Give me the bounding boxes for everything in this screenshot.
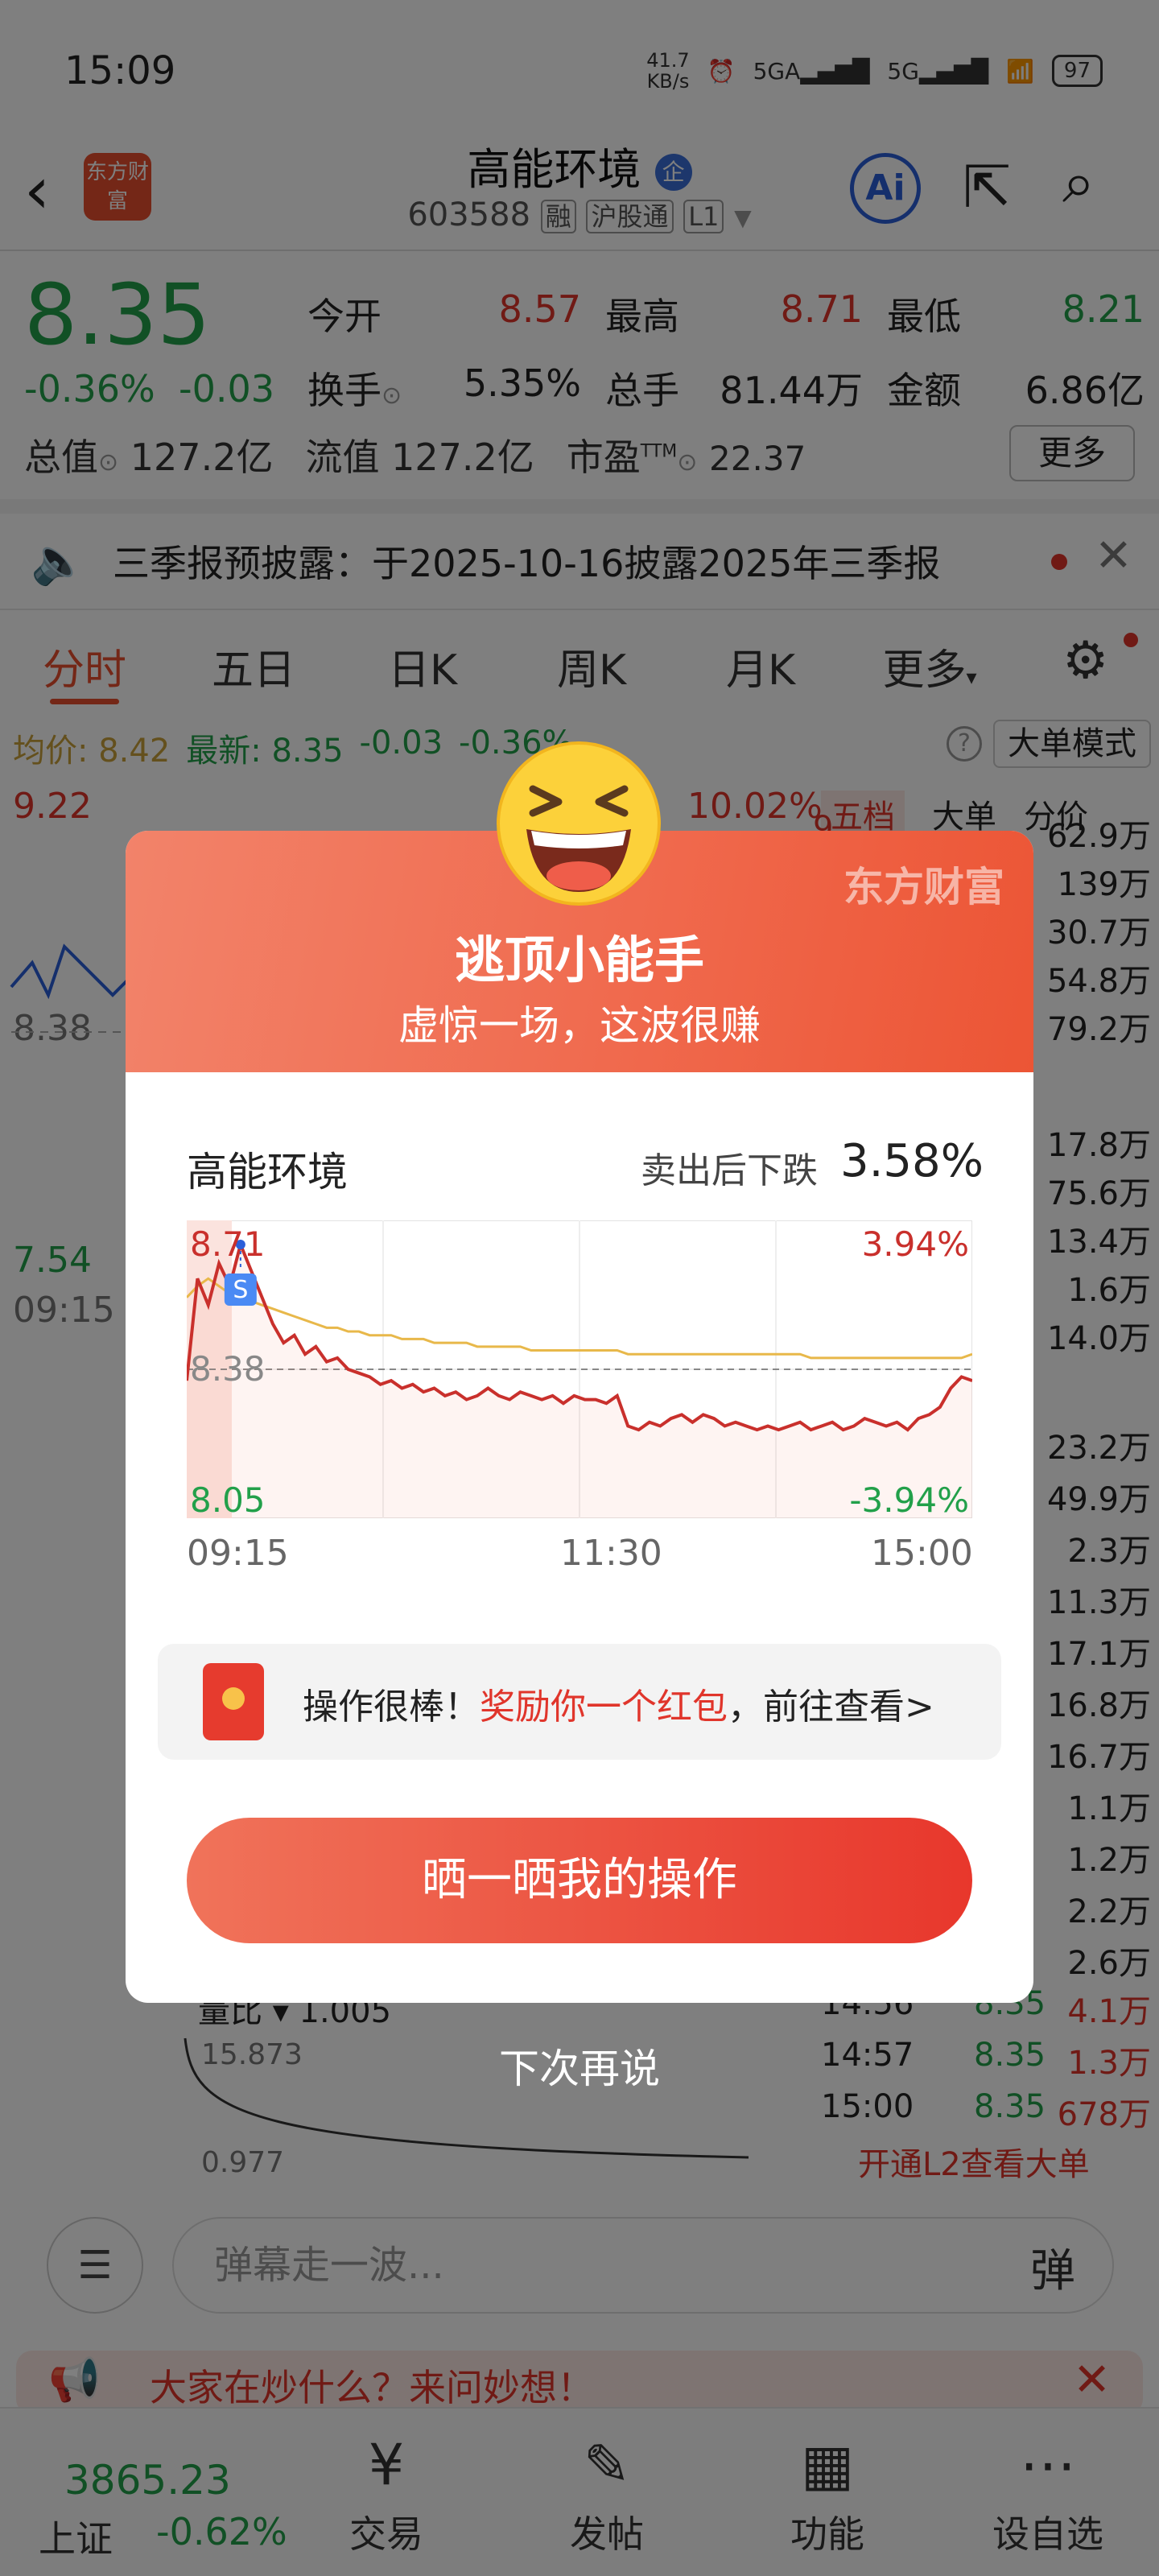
share-operation-button[interactable]: 晒一晒我的操作 xyxy=(187,1818,972,1943)
pct-tick-label: 3.94% xyxy=(862,1224,969,1264)
sell-marker-label: S xyxy=(233,1276,248,1304)
red-packet-banner[interactable]: 操作很棒！ 奖励你一个红包 ，前往查看> xyxy=(158,1644,1001,1760)
maybe-later-link[interactable]: 下次再说 xyxy=(0,2037,1159,2095)
y-tick-label: 8.38 xyxy=(190,1349,266,1389)
modal-stock-name: 高能环境 xyxy=(187,1149,348,1195)
x-tick-label: 11:30 xyxy=(560,1533,662,1574)
pct-tick-label: -3.94% xyxy=(849,1480,969,1518)
drop-value: 3.58% xyxy=(840,1135,984,1187)
modal-title: 逃顶小能手 xyxy=(454,931,704,989)
modal-subtitle: 虚惊一场，这波很赚 xyxy=(398,1002,761,1049)
achievement-modal: 东方财富 逃顶小能手 虚惊一场，这波很赚 高能环境 卖出后下跌 3.58% S 8… xyxy=(126,831,1033,2003)
y-tick-label: 8.71 xyxy=(190,1224,266,1264)
reward-highlight[interactable]: 奖励你一个红包 xyxy=(480,1678,728,1729)
laughing-emoji-icon xyxy=(497,741,661,906)
x-tick-label: 15:00 xyxy=(871,1533,973,1574)
red-envelope-icon xyxy=(203,1663,264,1740)
sell-timing-chart: S 8.71 8.38 8.05 3.94% -3.94% xyxy=(187,1220,972,1518)
drop-label: 卖出后下跌 xyxy=(641,1150,818,1191)
brand-watermark: 东方财富 xyxy=(843,864,1004,910)
y-tick-label: 8.05 xyxy=(190,1480,266,1518)
x-tick-label: 09:15 xyxy=(187,1533,289,1574)
